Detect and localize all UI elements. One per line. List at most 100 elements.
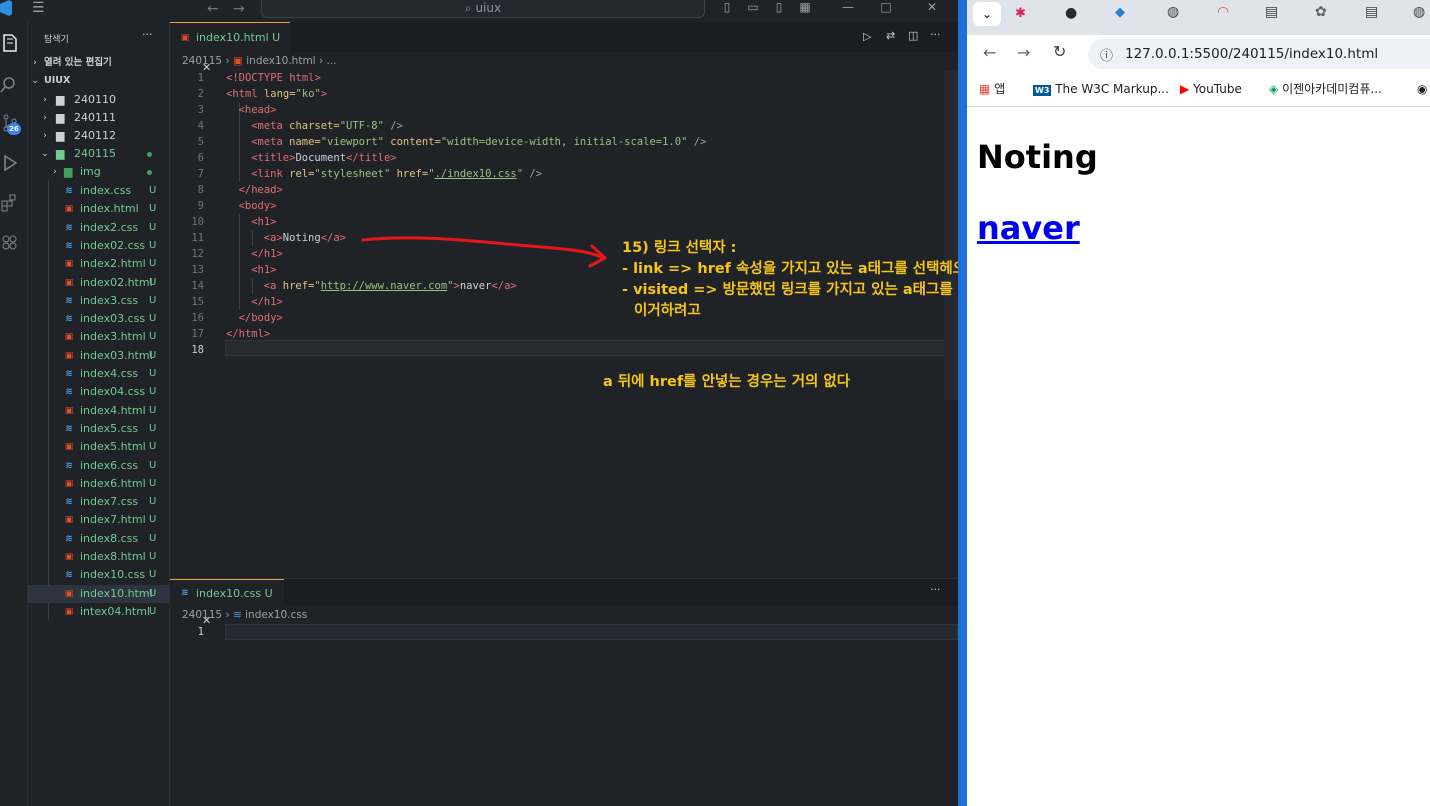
toggle-secondary-sidebar-icon[interactable]: ▯ [769, 0, 789, 18]
customize-layout-icon[interactable]: ▦ [795, 0, 815, 18]
forward-arrow-icon[interactable]: → [1017, 43, 1030, 62]
folder-240111[interactable]: › ▆ 240111 [28, 109, 170, 127]
file-item[interactable]: ≋ index.css U [28, 182, 170, 200]
code-line: </head> [239, 182, 283, 198]
file-item[interactable]: ≋ index2.css U [28, 219, 170, 237]
code-editor-bottom[interactable]: 1 [170, 624, 958, 806]
file-item[interactable]: ≋ index10.css U [28, 566, 170, 584]
folder-240112[interactable]: › ▆ 240112 [28, 127, 170, 145]
more-actions-icon[interactable]: ··· [142, 28, 153, 41]
chat-tab-icon[interactable]: ◆ [1115, 5, 1125, 20]
rainbow-tab-icon[interactable]: ◠ [1217, 4, 1229, 20]
css-file-icon: ≋ [65, 423, 73, 434]
search-icon[interactable] [0, 72, 28, 98]
file-item[interactable]: ▣ index7.html U [28, 511, 170, 529]
editor-tabs-bottom: ≋ index10.css U ✕ ··· [170, 578, 958, 627]
bookmark-apps[interactable]: ▦ 앱 [979, 73, 1005, 107]
file-item[interactable]: ▣ index02.html U [28, 274, 170, 292]
file-item[interactable]: ≋ index7.css U [28, 493, 170, 511]
compare-changes-icon[interactable]: ⇄ [886, 29, 895, 42]
toggle-panel-icon[interactable]: ▭ [743, 0, 763, 18]
code-token: </h1> [251, 296, 283, 308]
file-item[interactable]: ▣ index03.html U [28, 347, 170, 365]
bookmark-w3c[interactable]: W3 The W3C Markup... [1033, 73, 1169, 107]
globe-tab-icon[interactable]: ◍ [1413, 4, 1425, 20]
line-number: 3 [197, 104, 204, 116]
tab-search-icon[interactable]: ⌄ [973, 2, 1001, 26]
more-actions-icon[interactable]: ··· [930, 28, 941, 41]
page-link-naver[interactable]: naver [977, 209, 1080, 247]
url-text[interactable]: 127.0.0.1:5500/240115/index10.html [1125, 46, 1378, 62]
back-arrow-icon[interactable]: ← [983, 43, 996, 62]
editor-scrollbar[interactable] [944, 70, 958, 400]
line-number: 16 [191, 312, 204, 324]
file-item[interactable]: ▣ intex04.html U [28, 603, 170, 621]
tab-index10-html[interactable]: ▣ index10.html U ✕ [170, 22, 290, 74]
explorer-icon[interactable] [0, 30, 28, 56]
annotation-line3: 이거하려고 [634, 303, 701, 319]
bookmark-label: 앱 [994, 82, 1006, 96]
file-item[interactable]: ≋ index6.css U [28, 457, 170, 475]
bookmark-ezen[interactable]: ◈ 이젠아카데미컴퓨... [1269, 73, 1382, 107]
open-editors-section[interactable]: › 열려 있는 편집기 [28, 54, 170, 72]
slack-tab-icon[interactable]: ✱ [1015, 6, 1026, 21]
chevron-right-icon: › [225, 55, 233, 67]
workspace-root[interactable]: ⌄ UIUX [28, 72, 170, 90]
folder-240110[interactable]: › ▆ 240110 [28, 91, 170, 109]
code-line: <h1> [251, 262, 276, 278]
reload-icon[interactable]: ↻ [1053, 42, 1066, 61]
breadcrumb-folder[interactable]: 240115 [182, 55, 222, 67]
settings-tab-icon[interactable]: ✿ [1315, 4, 1327, 20]
run-debug-icon[interactable] [0, 150, 28, 176]
breadcrumb-file[interactable]: index10.html [246, 55, 315, 67]
folder-240115[interactable]: ⌄ ▆ 240115 [28, 145, 170, 163]
command-center[interactable]: ⌕ uiux [261, 0, 705, 18]
file-item[interactable]: ≋ index5.css U [28, 420, 170, 438]
breadcrumb-more[interactable]: ... [326, 55, 336, 67]
file-item[interactable]: ≋ index3.css U [28, 292, 170, 310]
file-item[interactable]: ≋ index4.css U [28, 365, 170, 383]
file-item[interactable]: ≋ index02.css U [28, 237, 170, 255]
file-item[interactable]: ▣ index2.html U [28, 255, 170, 273]
line-number: 8 [197, 184, 204, 196]
file-status: U [149, 313, 157, 325]
back-arrow-icon[interactable]: ← [207, 1, 219, 17]
breadcrumb-folder[interactable]: 240115 [182, 609, 222, 621]
address-bar[interactable]: ⓘ 127.0.0.1:5500/240115/index10.html [1088, 39, 1430, 69]
file-item[interactable]: ▣ index4.html U [28, 402, 170, 420]
chevron-right-icon: › [43, 95, 47, 105]
file-item[interactable]: ≋ index03.css U [28, 310, 170, 328]
minimize-icon[interactable]: — [838, 0, 858, 18]
site-info-icon[interactable]: ⓘ [1100, 45, 1113, 64]
folder-img[interactable]: › ▆ img [28, 163, 170, 181]
breadcrumb-file[interactable]: index10.css [245, 609, 307, 621]
file-item[interactable]: ▣ index3.html U [28, 328, 170, 346]
file-item[interactable]: ≋ index8.css U [28, 530, 170, 548]
split-editor-icon[interactable]: ◫ [908, 29, 918, 42]
tab-index10-css[interactable]: ≋ index10.css U ✕ [170, 579, 284, 627]
globe-tab-icon[interactable]: ◍ [1167, 4, 1179, 20]
page-tab-icon[interactable]: ▤ [1365, 4, 1378, 20]
file-item[interactable]: ▣ index6.html U [28, 475, 170, 493]
maximize-icon[interactable]: □ [876, 0, 896, 18]
remote-explorer-icon[interactable] [0, 230, 28, 256]
extensions-icon[interactable] [0, 190, 28, 216]
file-item[interactable]: ▣ index10.html U [28, 584, 170, 603]
page-tab-icon[interactable]: ▤ [1265, 4, 1278, 20]
code-line: <!DOCTYPE html> [226, 70, 321, 86]
bookmark-youtube[interactable]: ▶ YouTube [1180, 73, 1242, 107]
menu-icon[interactable]: ☰ [32, 1, 50, 16]
file-item[interactable]: ▣ index5.html U [28, 438, 170, 456]
tab-status: U [272, 31, 281, 44]
more-bookmarks-icon[interactable]: ◉ [1417, 73, 1427, 107]
line-number: 11 [191, 232, 204, 244]
forward-arrow-icon[interactable]: → [233, 1, 245, 17]
file-item[interactable]: ≋ index04.css U [28, 383, 170, 401]
toggle-sidebar-icon[interactable]: ▯ [717, 0, 737, 18]
run-icon[interactable]: ▷ [863, 30, 871, 43]
github-tab-icon[interactable]: ● [1065, 5, 1077, 21]
more-actions-icon[interactable]: ··· [930, 583, 941, 596]
file-item[interactable]: ▣ index8.html U [28, 548, 170, 566]
file-item[interactable]: ▣ index.html U [28, 200, 170, 218]
close-icon[interactable]: ✕ [922, 0, 942, 18]
